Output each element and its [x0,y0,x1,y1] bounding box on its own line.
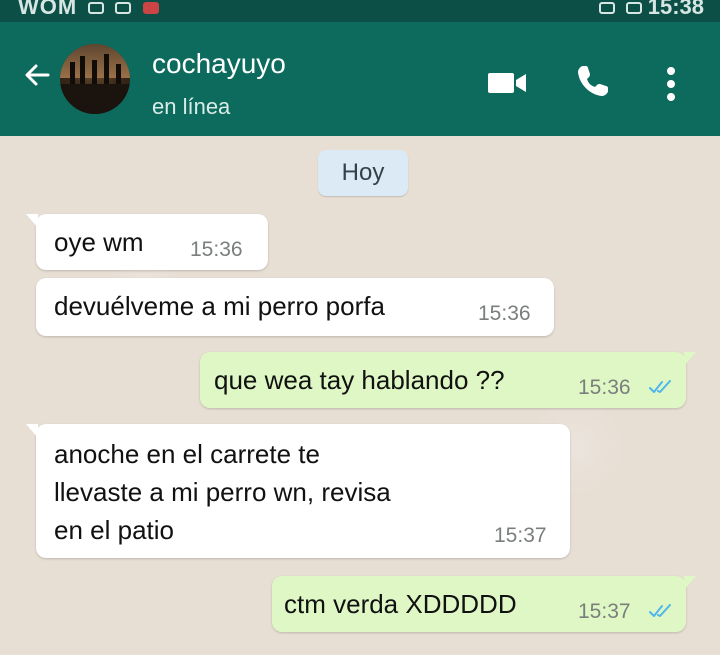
message-time: 15:37 [578,600,631,623]
message-outgoing[interactable]: ctm verda XDDDDD 15:37 [272,576,696,632]
message-text: devuélveme a mi perro porfa [54,291,385,321]
avatar[interactable] [60,44,130,114]
contact-status: en línea [152,94,231,119]
message-time: 15:37 [494,524,547,547]
date-chip: Hoy [318,150,408,196]
more-options-icon[interactable] [664,66,678,102]
status-bar: WOM 15:38 [0,0,720,22]
message-time: 15:36 [478,302,531,325]
status-clock: 15:38 [647,0,704,19]
message-incoming[interactable]: anoche en el carrete te llevaste a mi pe… [26,424,570,558]
contact-name[interactable]: cochayuyo [152,48,286,80]
phone-call-icon[interactable] [574,62,612,100]
signal-icon [599,2,616,15]
message-line: llevaste a mi perro wn, revisa [54,477,391,507]
chat-area[interactable]: Hoy oye wm 15:36 devuélveme a mi perro p… [0,136,720,655]
app-alert-icon [142,2,159,15]
message-time: 15:36 [578,376,631,399]
video-call-icon[interactable] [486,68,530,98]
message-text: que wea tay hablando ?? [214,365,505,395]
message-time: 15:36 [190,238,243,261]
message-incoming[interactable]: devuélveme a mi perro porfa 15:36 [36,278,554,336]
message-line: anoche en el carrete te [54,439,320,469]
notification-icon [88,2,105,15]
message-text: ctm verda XDDDDD [284,589,517,619]
message-text: oye wm [54,227,144,257]
chat-header: cochayuyo en línea [0,22,720,136]
carrier-label: WOM [18,0,78,19]
message-icon [115,2,132,15]
battery-icon [625,2,642,15]
message-incoming[interactable]: oye wm 15:36 [26,214,268,270]
double-check-icon [649,380,671,393]
double-check-icon [649,604,671,617]
message-outgoing[interactable]: que wea tay hablando ?? 15:36 [200,352,696,408]
back-arrow-icon[interactable] [22,60,52,90]
message-line: en el patio [54,515,174,545]
